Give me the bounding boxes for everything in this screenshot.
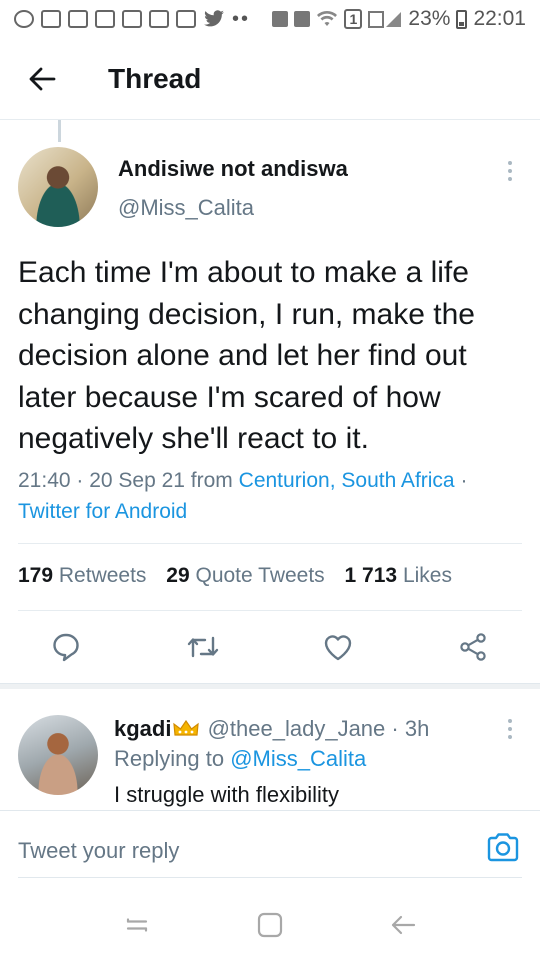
crown-emoji-icon xyxy=(173,718,200,744)
back-arrow-icon xyxy=(392,915,416,935)
more-vertical-icon xyxy=(508,161,512,165)
reply-handle-time[interactable]: @thee_lady_Jane · 3h xyxy=(208,716,430,741)
more-options-button[interactable] xyxy=(500,157,520,185)
camera-button[interactable] xyxy=(486,831,520,865)
clock: 22:01 xyxy=(473,7,526,30)
likes-stat[interactable]: 1 713 Likes xyxy=(345,564,452,587)
whatsapp-icon xyxy=(14,10,34,28)
gmail-icon xyxy=(68,10,88,28)
signal-icon xyxy=(368,11,402,28)
email-icon xyxy=(95,10,115,28)
gmail-icon xyxy=(122,10,142,28)
avatar[interactable] xyxy=(18,147,98,227)
reply-display-name[interactable]: kgadi xyxy=(114,716,171,741)
app-header: Thread xyxy=(0,38,540,120)
tweet-stats: 179 Retweets 29 Quote Tweets 1 713 Likes xyxy=(18,564,452,588)
comment-icon xyxy=(53,633,79,662)
home-button[interactable] xyxy=(250,905,290,945)
gallery-icon xyxy=(176,10,196,28)
divider xyxy=(18,610,522,611)
reply-header: kgadi @thee_lady_Jane · 3h xyxy=(114,716,429,744)
reply-avatar[interactable] xyxy=(18,715,98,795)
alarm-icon xyxy=(294,11,311,27)
section-divider xyxy=(0,683,540,689)
recent-apps-button[interactable] xyxy=(117,905,157,945)
reply-button[interactable] xyxy=(49,630,83,664)
system-indicators: 1 23% 22:01 xyxy=(272,7,526,31)
mute-icon xyxy=(272,11,289,27)
tweet-timestamp: 21:40 · 20 Sep 21 from xyxy=(18,469,233,492)
system-back-button[interactable] xyxy=(383,905,423,945)
recent-apps-icon xyxy=(126,918,147,932)
username[interactable]: @Miss_Calita xyxy=(118,195,254,221)
replying-to-link[interactable]: @Miss_Calita xyxy=(230,746,366,771)
retweet-button[interactable] xyxy=(186,630,220,664)
share-button[interactable] xyxy=(456,630,490,664)
reply-input[interactable]: Tweet your reply xyxy=(18,838,179,864)
status-bar: •• 1 23% 22:01 xyxy=(0,0,540,38)
like-button[interactable] xyxy=(321,630,355,664)
retweet-icon xyxy=(187,636,219,658)
share-icon xyxy=(460,633,486,661)
divider xyxy=(18,543,522,544)
reply-more-options-button[interactable] xyxy=(500,715,520,743)
display-name[interactable]: Andisiwe not andiswa xyxy=(118,156,348,182)
more-vertical-icon xyxy=(508,719,512,723)
source-link[interactable]: Twitter for Android xyxy=(18,500,187,523)
compose-bar: Tweet your reply xyxy=(0,810,540,880)
tweet-text: Each time I'm about to make a life chang… xyxy=(18,256,475,455)
tweet-meta: 21:40 · 20 Sep 21 from Centurion, South … xyxy=(18,465,523,527)
wifi-icon xyxy=(317,11,338,26)
battery-percent: 23% xyxy=(408,7,451,30)
home-icon xyxy=(257,912,283,938)
system-nav-bar xyxy=(0,890,540,960)
sim-icon: 1 xyxy=(344,9,363,29)
arrow-left-icon xyxy=(29,67,56,90)
checkbox-icon xyxy=(149,10,169,28)
replying-to-label: Replying to xyxy=(114,746,225,771)
location-link[interactable]: Centurion, South Africa xyxy=(239,469,455,492)
more-notifications-icon: •• xyxy=(232,7,251,30)
meta-separator: · xyxy=(460,469,468,492)
camera-icon xyxy=(487,833,519,862)
back-button[interactable] xyxy=(14,51,70,107)
replying-to: Replying to @Miss_Calita xyxy=(114,746,366,772)
compose-underline xyxy=(18,877,522,878)
notification-icons: •• xyxy=(14,8,250,31)
reply-text: I struggle with flexibility xyxy=(114,782,339,807)
page-title: Thread xyxy=(108,62,202,94)
heart-icon xyxy=(324,635,352,661)
battery-icon xyxy=(456,9,468,29)
retweets-stat[interactable]: 179 Retweets xyxy=(18,564,146,587)
chat-icon xyxy=(41,10,61,28)
quote-tweets-stat[interactable]: 29 Quote Tweets xyxy=(166,564,324,587)
twitter-bird-icon xyxy=(204,10,224,27)
thread-connector xyxy=(58,120,61,142)
